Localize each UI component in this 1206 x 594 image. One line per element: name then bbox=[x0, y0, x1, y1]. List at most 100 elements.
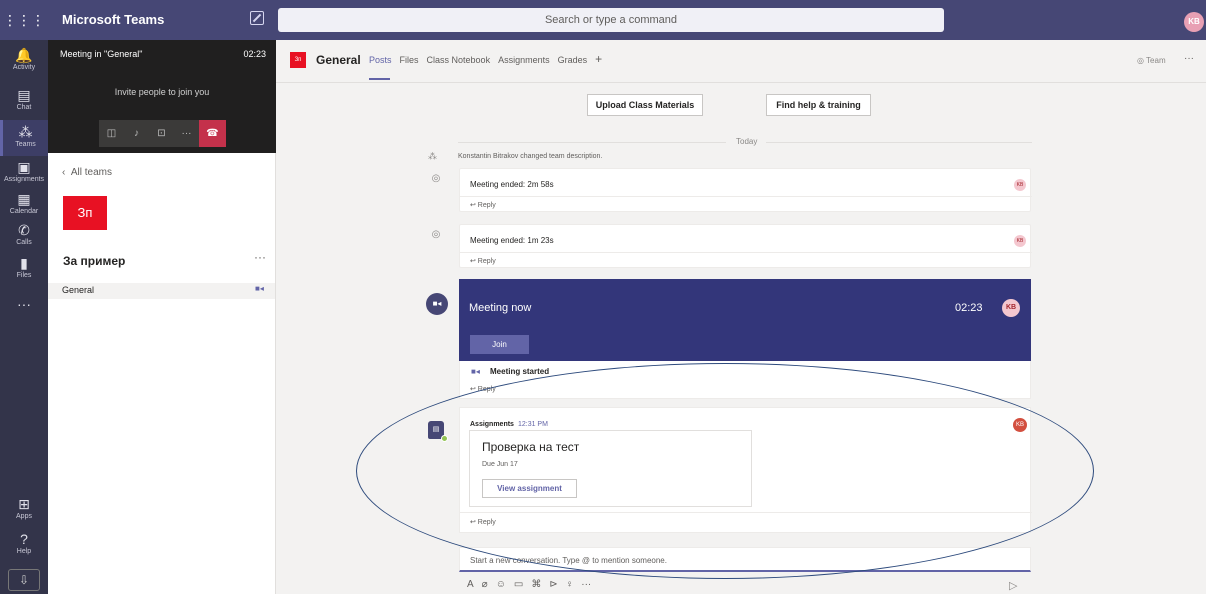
channel-label: General bbox=[62, 285, 95, 295]
all-teams-label: All teams bbox=[70, 167, 113, 178]
active-tab-indicator bbox=[369, 78, 390, 80]
reply-button[interactable]: ↩ Reply bbox=[470, 518, 496, 526]
search-input[interactable]: Search or type a command bbox=[278, 8, 944, 32]
new-chat-icon[interactable] bbox=[250, 11, 264, 25]
presence-dot bbox=[441, 435, 448, 442]
share-screen-icon[interactable]: ⊡ bbox=[149, 120, 174, 147]
rail-teams[interactable]: ⁂ Teams bbox=[0, 120, 48, 156]
more-options-icon[interactable]: ··· bbox=[581, 579, 591, 590]
meeting-icon: ◎ bbox=[431, 173, 441, 184]
compose-placeholder: Start a new conversation. Type @ to ment… bbox=[470, 556, 667, 565]
channel-tabs: Posts Files Class Notebook Assignments G… bbox=[369, 53, 602, 65]
header-more-button[interactable]: ··· bbox=[1184, 53, 1194, 64]
reply-button[interactable]: ↩ Reply bbox=[470, 385, 496, 393]
more-actions-icon[interactable]: ··· bbox=[174, 120, 199, 147]
files-icon: ▮ bbox=[20, 255, 28, 271]
rail-label: Calendar bbox=[9, 208, 39, 215]
teams-icon: ⁂ bbox=[18, 124, 33, 140]
tab-assignments[interactable]: Assignments bbox=[498, 55, 550, 65]
rail-calls[interactable]: ✆ Calls bbox=[0, 218, 48, 254]
video-camera-icon: ■◂ bbox=[426, 293, 448, 315]
emoji-icon[interactable]: ☺ bbox=[496, 579, 506, 590]
calendar-icon: ▦ bbox=[17, 191, 31, 207]
meeting-started-text: Meeting started bbox=[490, 367, 550, 376]
add-tab-button[interactable]: + bbox=[595, 53, 602, 65]
tab-grades[interactable]: Grades bbox=[558, 55, 588, 65]
rail-label: Help bbox=[16, 548, 32, 555]
post-meeting-ended[interactable]: Meeting ended: 2m 58s KB ↩ Reply bbox=[459, 168, 1032, 212]
post-time: 12:31 PM bbox=[517, 421, 548, 428]
posts-feed: Upload Class Materials Find help & train… bbox=[276, 83, 1206, 594]
channel-header: Зп General Posts Files Class Notebook As… bbox=[276, 40, 1206, 83]
join-button[interactable]: Join bbox=[470, 335, 529, 354]
meeting-footer: ■◂ Meeting started ↩ Reply bbox=[459, 361, 1031, 399]
compose-toolbar: A ⌀ ☺ ▭ ⌘ ⊳ ♀ ··· bbox=[467, 579, 591, 590]
attach-icon[interactable]: ⌀ bbox=[482, 579, 488, 590]
phone-icon: ✆ bbox=[18, 222, 30, 238]
team-icon: ⁂ bbox=[428, 151, 437, 161]
upload-class-materials-button[interactable]: Upload Class Materials bbox=[587, 94, 703, 116]
post-meeting-ended[interactable]: Meeting ended: 1m 23s KB ↩ Reply bbox=[459, 224, 1032, 268]
view-assignment-button[interactable]: View assignment bbox=[482, 479, 577, 498]
channel-team-avatar: Зп bbox=[290, 52, 306, 68]
mic-off-icon[interactable]: ♪ bbox=[124, 120, 149, 147]
user-avatar[interactable]: KB bbox=[1184, 12, 1204, 32]
rail-chat[interactable]: ▤ Chat bbox=[0, 83, 48, 119]
team-button[interactable]: ◎ Team bbox=[1137, 56, 1166, 65]
date-divider: Today bbox=[736, 137, 758, 146]
app-rail: 🔔 Activity ▤ Chat ⁂ Teams ▣ Assignments ▦ Cal… bbox=[0, 40, 48, 594]
praise-icon[interactable]: ♀ bbox=[566, 579, 574, 590]
rail-label: Apps bbox=[16, 513, 32, 520]
rail-apps[interactable]: ⊞ Apps bbox=[0, 492, 48, 528]
tab-posts[interactable]: Posts bbox=[369, 55, 392, 65]
hang-up-button[interactable]: ☎ bbox=[199, 120, 226, 147]
camera-off-icon[interactable]: ◫ bbox=[99, 120, 124, 147]
rail-assignments[interactable]: ▣ Assignments bbox=[0, 155, 48, 191]
rail-label: Teams bbox=[15, 141, 36, 148]
channel-item-general[interactable]: General ■◂ bbox=[48, 283, 275, 299]
post-title: Meeting ended: 1m 23s bbox=[470, 236, 554, 245]
format-icon[interactable]: A bbox=[467, 579, 474, 590]
rail-files[interactable]: ▮ Files bbox=[0, 251, 48, 287]
channel-title: General bbox=[316, 53, 361, 67]
tab-files[interactable]: Files bbox=[400, 55, 419, 65]
stream-icon[interactable]: ⊳ bbox=[549, 579, 557, 590]
app-launcher-icon[interactable]: ⋮⋮⋮ bbox=[0, 0, 48, 40]
call-monitor[interactable]: Meeting in "General" 02:23 Invite people… bbox=[48, 40, 276, 153]
meet-now-icon[interactable]: ⌘ bbox=[531, 579, 541, 590]
rail-help[interactable]: ? Help bbox=[0, 527, 48, 563]
reply-button[interactable]: ↩ Reply bbox=[470, 201, 496, 209]
rail-label: Assignments bbox=[3, 176, 45, 183]
team-name: За пример bbox=[63, 254, 126, 268]
send-icon[interactable]: ▷ bbox=[1009, 579, 1017, 592]
system-message: Konstantin Bitrakov changed team descrip… bbox=[458, 153, 603, 160]
post-assignment[interactable]: Assignments 12:31 PM KB Проверка на тест … bbox=[459, 407, 1032, 533]
download-icon[interactable]: ⇩ bbox=[8, 569, 40, 591]
call-timer: 02:23 bbox=[243, 49, 266, 59]
team-avatar: Зп bbox=[63, 196, 107, 230]
meeting-title: Meeting now bbox=[469, 302, 532, 314]
rail-label: Calls bbox=[16, 239, 32, 246]
call-title: Meeting in "General" bbox=[60, 49, 143, 59]
giphy-icon[interactable]: ▭ bbox=[514, 579, 523, 590]
rail-activity[interactable]: 🔔 Activity bbox=[0, 43, 48, 79]
top-bar: ⋮⋮⋮ Microsoft Teams Search or type a com… bbox=[0, 0, 1206, 40]
rail-more[interactable]: ··· bbox=[0, 292, 48, 328]
find-help-button[interactable]: Find help & training bbox=[766, 94, 871, 116]
post-header: Assignments 12:31 PM bbox=[470, 421, 548, 428]
meeting-now-card: Meeting now 02:23 KB Join bbox=[459, 279, 1031, 361]
new-conversation-input[interactable]: Start a new conversation. Type @ to ment… bbox=[459, 547, 1031, 572]
assignments-icon: ▣ bbox=[17, 159, 31, 175]
reply-button[interactable]: ↩ Reply bbox=[470, 257, 496, 265]
help-icon: ? bbox=[20, 531, 28, 547]
rail-label: Activity bbox=[12, 64, 36, 71]
team-more-button[interactable]: ··· bbox=[254, 250, 266, 264]
all-teams-link[interactable]: ‹ All teams bbox=[62, 167, 112, 178]
meeting-icon: ◎ bbox=[431, 229, 441, 240]
tab-class-notebook[interactable]: Class Notebook bbox=[427, 55, 491, 65]
apps-icon: ⊞ bbox=[18, 496, 30, 512]
divider bbox=[460, 252, 1032, 253]
divider bbox=[458, 142, 726, 143]
post-title: Meeting ended: 2m 58s bbox=[470, 180, 554, 189]
avatar: KB bbox=[1013, 418, 1027, 432]
